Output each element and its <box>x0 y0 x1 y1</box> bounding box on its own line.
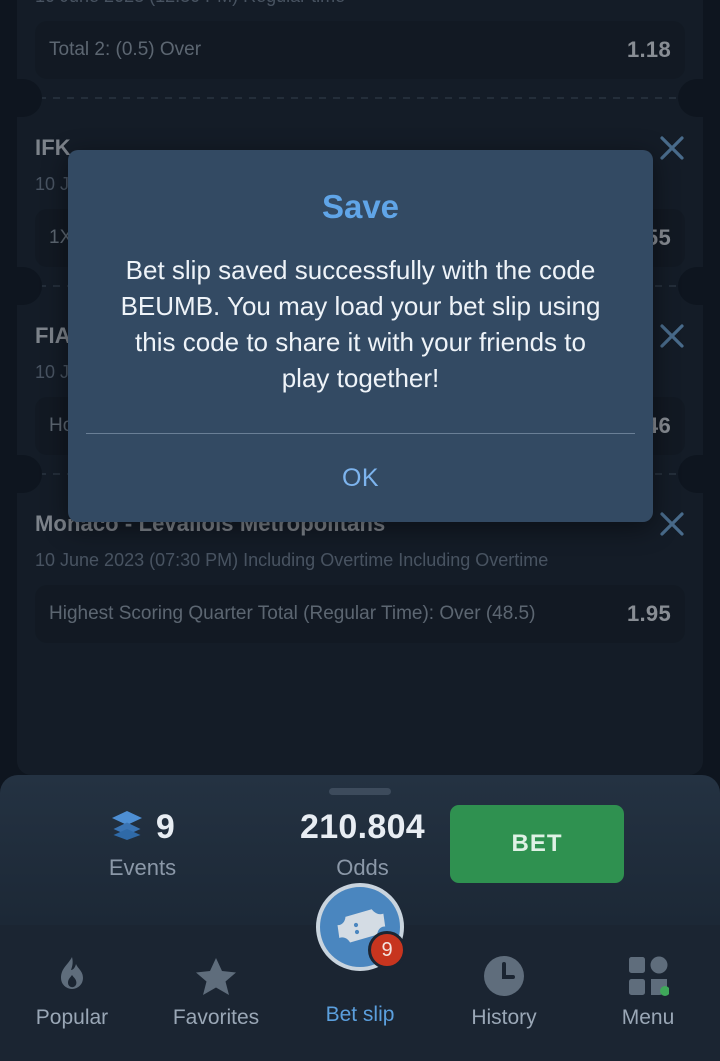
save-dialog: Save Bet slip saved successfully with th… <box>68 150 653 522</box>
events-summary: 9 Events <box>0 801 285 881</box>
nav-label-history: History <box>471 1006 537 1029</box>
nav-item-bet-slip[interactable]: 9 Bet slip <box>288 883 432 1061</box>
layers-stack-icon <box>110 809 144 846</box>
nav-label-bet-slip: Bet slip <box>325 1003 395 1026</box>
events-label: Events <box>108 855 177 880</box>
drag-handle[interactable] <box>329 788 391 795</box>
star-icon <box>195 955 237 997</box>
bet-slip-badge: 9 <box>368 931 406 969</box>
bet-button[interactable]: BET <box>450 805 624 883</box>
bottom-navigation: Popular Favorites 9 Bet slip History Men… <box>0 883 720 1061</box>
nav-label-favorites: Favorites <box>172 1006 260 1029</box>
grid-menu-icon <box>627 955 669 997</box>
odds-summary: 210.804 Odds <box>285 801 440 881</box>
events-count: 9 <box>155 807 176 846</box>
ok-button[interactable]: OK <box>312 456 409 501</box>
clock-icon <box>483 955 525 997</box>
nav-label-popular: Popular <box>35 1006 109 1029</box>
nav-item-history[interactable]: History <box>432 925 576 1061</box>
dialog-actions: OK <box>68 434 653 522</box>
ticket-icon[interactable]: 9 <box>316 883 406 971</box>
odds-row: 210.804 <box>285 805 440 849</box>
events-row: 9 <box>0 805 285 849</box>
odds-value: 210.804 <box>299 807 425 846</box>
dialog-title: Save <box>321 188 400 225</box>
flame-icon <box>55 955 89 997</box>
app-screen: 10 June 2023 (12:30 PM) Regular time Tot… <box>0 0 720 1061</box>
nav-item-favorites[interactable]: Favorites <box>144 925 288 1061</box>
nav-item-menu[interactable]: Menu <box>576 925 720 1061</box>
dialog-message: Bet slip saved successfully with the cod… <box>120 255 601 393</box>
odds-label: Odds <box>336 855 389 880</box>
nav-item-popular[interactable]: Popular <box>0 925 144 1061</box>
nav-label-menu: Menu <box>621 1006 675 1029</box>
